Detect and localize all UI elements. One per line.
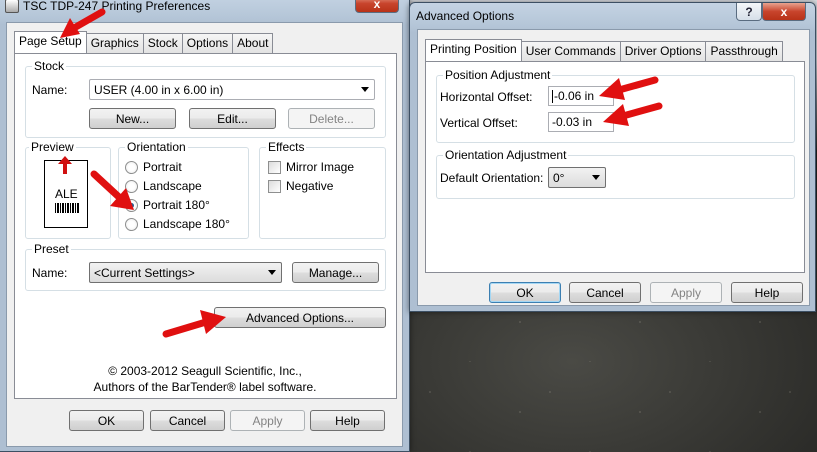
tab-passthrough[interactable]: Passthrough (705, 41, 783, 61)
negative-checkbox[interactable] (268, 180, 281, 193)
preset-name-label: Name: (32, 266, 68, 280)
preset-group: Preset Name: <Current Settings> Manage..… (25, 242, 386, 291)
apply-button[interactable]: Apply (230, 410, 305, 431)
tab-strip: Printing Position User Commands Driver O… (425, 39, 783, 61)
ok-button[interactable]: OK (69, 410, 144, 431)
landscape-label: Landscape (143, 179, 202, 193)
cancel-button[interactable]: Cancel (150, 410, 225, 431)
close-icon: x (373, 0, 381, 11)
horizontal-offset-value: -0.06 in (554, 89, 595, 103)
orientation-adjustment-label: Orientation Adjustment (443, 148, 569, 162)
help-title-button[interactable]: ? (736, 3, 762, 21)
apply-button[interactable]: Apply (650, 282, 722, 303)
landscape-180-radio[interactable] (125, 218, 138, 231)
preset-manage-button[interactable]: Manage... (292, 262, 379, 283)
stock-name-value: USER (4.00 in x 6.00 in) (94, 82, 224, 97)
vertical-offset-value: -0.03 in (552, 115, 593, 129)
tab-driver-options[interactable]: Driver Options (619, 41, 707, 61)
arrow-annotation-icon (60, 8, 106, 38)
mirror-image-checkbox[interactable] (268, 161, 281, 174)
mirror-image-label: Mirror Image (286, 160, 355, 174)
chevron-down-icon (361, 87, 369, 92)
effects-group-label: Effects (266, 140, 307, 154)
preset-name-value: <Current Settings> (94, 265, 195, 280)
advanced-options-button[interactable]: Advanced Options... (214, 307, 386, 328)
position-adjustment-label: Position Adjustment (443, 68, 553, 82)
window-title: TSC TDP-247 Printing Preferences (23, 0, 211, 13)
up-arrow-indicator (58, 156, 72, 174)
effects-group: Effects Mirror Image Negative (259, 140, 386, 239)
text-caret (552, 89, 553, 103)
page-setup-panel: Stock Name: USER (4.00 in x 6.00 in) New… (14, 53, 397, 399)
stock-edit-button[interactable]: Edit... (189, 108, 276, 129)
stock-group: Stock Name: USER (4.00 in x 6.00 in) New… (25, 59, 386, 138)
help-button[interactable]: Help (310, 410, 385, 431)
arrow-annotation-icon (603, 102, 663, 126)
stock-new-button[interactable]: New... (89, 108, 176, 129)
default-orientation-label: Default Orientation: (440, 171, 544, 185)
tab-options[interactable]: Options (181, 33, 234, 53)
negative-label: Negative (286, 179, 334, 193)
tab-user-commands[interactable]: User Commands (520, 41, 621, 61)
preview-group-label: Preview (29, 140, 76, 154)
printer-icon (5, 0, 19, 13)
stock-name-label: Name: (32, 83, 68, 97)
chevron-down-icon (268, 270, 276, 275)
portrait-180-label: Portrait 180° (143, 198, 210, 212)
stock-group-label: Stock (32, 59, 67, 73)
tab-about[interactable]: About (232, 33, 274, 53)
preset-group-label: Preset (32, 242, 71, 256)
stock-name-select[interactable]: USER (4.00 in x 6.00 in) (89, 79, 375, 100)
close-button[interactable]: x (762, 3, 806, 21)
dialog-body: Printing Position User Commands Driver O… (417, 29, 810, 306)
help-button[interactable]: Help (731, 282, 803, 303)
close-button[interactable]: x (355, 0, 399, 13)
tab-stock[interactable]: Stock (142, 33, 183, 53)
copyright-notice: © 2003-2012 Seagull Scientific, Inc., Au… (15, 363, 395, 395)
horizontal-offset-label: Horizontal Offset: (440, 90, 533, 104)
orientation-adjustment-group: Orientation Adjustment Default Orientati… (436, 148, 795, 199)
copyright-line-2: Authors of the BarTender® label software… (93, 380, 317, 394)
arrow-annotation-icon (162, 310, 226, 338)
arrow-annotation-icon (90, 170, 134, 210)
preset-name-select[interactable]: <Current Settings> (89, 262, 282, 283)
advanced-options-window: Advanced Options ? x Printing Position U… (409, 2, 816, 312)
portrait-label: Portrait (143, 160, 182, 174)
cancel-button[interactable]: Cancel (569, 282, 641, 303)
printing-preferences-window: TSC TDP-247 Printing Preferences x Page … (0, 0, 410, 452)
stock-delete-button[interactable]: Delete... (288, 108, 375, 129)
tab-printing-position[interactable]: Printing Position (425, 39, 522, 61)
default-orientation-select[interactable]: 0° (548, 167, 606, 188)
vertical-offset-label: Vertical Offset: (440, 116, 518, 130)
barcode-icon (55, 203, 79, 213)
window-title: Advanced Options (416, 9, 515, 23)
dialog-body: Page Setup Graphics Stock Options About … (6, 22, 403, 447)
default-orientation-value: 0° (553, 170, 565, 185)
orientation-group-label: Orientation (125, 140, 188, 154)
ok-button[interactable]: OK (489, 282, 561, 303)
close-icon: x (780, 4, 788, 19)
arrow-annotation-icon (599, 76, 659, 100)
preview-text: ALE (55, 187, 78, 201)
landscape-180-label: Landscape 180° (143, 217, 230, 231)
copyright-line-1: © 2003-2012 Seagull Scientific, Inc., (108, 364, 302, 378)
help-icon: ? (745, 4, 753, 19)
tab-strip: Page Setup Graphics Stock Options About (14, 31, 274, 53)
chevron-down-icon (592, 175, 600, 180)
